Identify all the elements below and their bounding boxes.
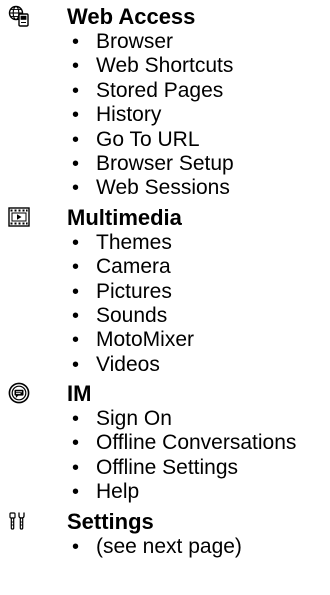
list-item: • Help	[0, 480, 330, 504]
section-title: Web Access	[67, 4, 196, 29]
section-multimedia: Multimedia • Themes • Camera • Pictures • So…	[0, 201, 330, 377]
section-header: Multimedia	[0, 201, 330, 231]
item-label: Videos	[96, 352, 160, 376]
bullet-icon: •	[72, 104, 80, 127]
section-settings: Settings • (see next page)	[0, 505, 330, 559]
section-header: Web Access	[0, 0, 330, 30]
list-item: • Offline Conversations	[0, 431, 330, 455]
item-list: • (see next page)	[0, 535, 330, 559]
section-im: IM • Sign On • Offline Conversations • Offl…	[0, 377, 330, 505]
bullet-icon: •	[72, 231, 80, 254]
list-item: • Camera	[0, 255, 330, 279]
item-label: Offline Conversations	[96, 431, 297, 455]
list-item: • History	[0, 103, 330, 127]
item-label: Help	[96, 480, 140, 504]
list-item: • Web Sessions	[0, 176, 330, 200]
list-item: • Go To URL	[0, 128, 330, 152]
bullet-icon: •	[72, 152, 80, 175]
section-header: IM	[0, 377, 330, 407]
bullet-icon: •	[72, 128, 80, 151]
list-item: • Pictures	[0, 280, 330, 304]
bullet-icon: •	[72, 55, 80, 78]
bullet-icon: •	[72, 353, 80, 376]
item-label: Browser	[96, 30, 174, 53]
bullet-icon: •	[72, 481, 80, 504]
item-label: Themes	[96, 230, 172, 254]
bullet-icon: •	[72, 408, 80, 431]
list-item: • Web Shortcuts	[0, 54, 330, 78]
item-label: Web Shortcuts	[96, 54, 234, 78]
section-web-access: Web Access • Browser • Web Shortcuts • Stor…	[0, 0, 330, 201]
item-label: MotoMixer	[96, 328, 195, 352]
bullet-icon: •	[72, 456, 80, 479]
item-label: Sign On	[96, 407, 172, 431]
list-item: • Browser Setup	[0, 152, 330, 176]
list-item: • (see next page)	[0, 535, 330, 559]
item-label: Web Sessions	[96, 176, 230, 200]
bullet-icon: •	[72, 31, 80, 53]
item-label: Browser Setup	[96, 151, 234, 175]
item-list: • Sign On • Offline Conversations • Offline…	[0, 407, 330, 505]
section-title: Multimedia	[67, 204, 182, 230]
bullet-icon: •	[72, 177, 80, 200]
item-label: (see next page)	[96, 534, 242, 558]
bullet-icon: •	[72, 432, 80, 455]
item-list: • Browser • Web Shortcuts • Stored Pages • H…	[0, 30, 330, 201]
bullet-icon: •	[72, 280, 80, 303]
bullet-icon: •	[72, 256, 80, 279]
bullet-icon: •	[72, 304, 80, 327]
im-chat-icon	[8, 382, 30, 404]
list-item: • Browser	[0, 30, 330, 54]
list-item: • MotoMixer	[0, 328, 330, 352]
bullet-icon: •	[72, 79, 80, 102]
item-list: • Themes • Camera • Pictures • Sounds • MotoM…	[0, 231, 330, 377]
list-item: • Offline Settings	[0, 456, 330, 480]
menu-tree: Web Access • Browser • Web Shortcuts • Stor…	[0, 0, 330, 559]
list-item: • Videos	[0, 353, 330, 377]
section-title: IM	[67, 381, 92, 407]
globe-phone-icon	[8, 5, 29, 27]
film-strip-icon	[8, 207, 30, 227]
item-label: Stored Pages	[96, 78, 224, 102]
list-item: • Stored Pages	[0, 79, 330, 103]
section-header: Settings	[0, 505, 330, 535]
list-item: • Sounds	[0, 304, 330, 328]
item-label: Pictures	[96, 279, 172, 303]
bullet-icon: •	[72, 535, 80, 558]
list-item: • Sign On	[0, 407, 330, 431]
item-label: History	[96, 103, 162, 127]
bullet-icon: •	[72, 329, 80, 352]
list-item: • Themes	[0, 231, 330, 255]
item-label: Go To URL	[96, 127, 200, 151]
item-label: Camera	[96, 255, 171, 279]
item-label: Offline Settings	[96, 455, 239, 479]
section-title: Settings	[67, 508, 154, 534]
item-label: Sounds	[96, 303, 168, 327]
tools-icon	[9, 512, 25, 530]
